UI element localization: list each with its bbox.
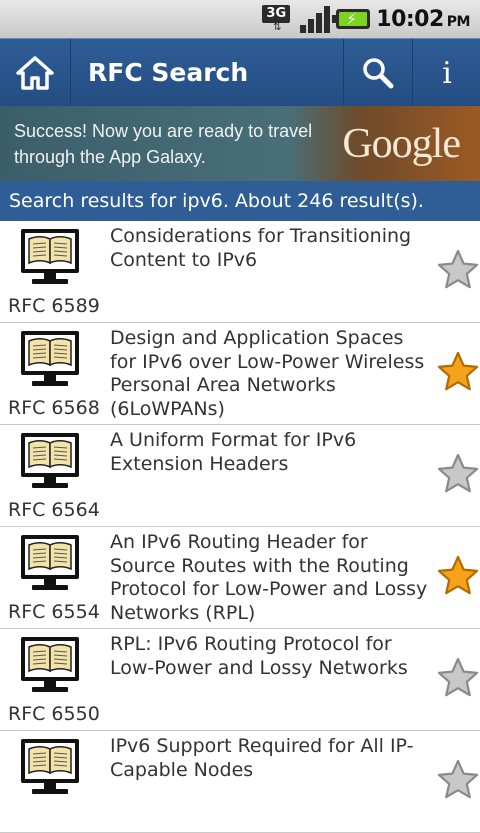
charging-bolt-icon: ⚡	[346, 10, 357, 28]
home-button[interactable]	[0, 39, 71, 107]
clock: 10:02 PM	[376, 7, 470, 32]
results-list[interactable]: RFC 6589 Considerations for Transitionin…	[0, 221, 480, 833]
ad-text: Success! Now you are ready to travel thr…	[14, 121, 313, 167]
rfc-title: RPL: IPv6 Routing Protocol for Low-Power…	[110, 633, 408, 679]
home-icon	[16, 56, 54, 90]
status-icons: 3G ⇅ ⚡ 10:02 PM	[260, 3, 471, 35]
search-button[interactable]	[343, 39, 412, 107]
rfc-number: RFC 6554	[8, 601, 100, 623]
rfc-title: An IPv6 Routing Header for Source Routes…	[110, 531, 428, 624]
info-icon: i	[442, 55, 452, 91]
result-row[interactable]: RFC 6550 RPL: IPv6 Routing Protocol for …	[0, 629, 480, 731]
result-row[interactable]: RFC 6568 Design and Application Spaces f…	[0, 323, 480, 425]
app-bar: RFC Search i	[0, 38, 480, 107]
star-empty-icon[interactable]	[436, 656, 480, 700]
status-bar: 3G ⇅ ⚡ 10:02 PM	[0, 0, 480, 38]
rfc-number: RFC 6589	[8, 295, 100, 317]
rfc-title: Considerations for Transitioning Content…	[110, 225, 412, 271]
result-row[interactable]: IPv6 Support Required for All IP-Capable…	[0, 731, 480, 833]
results-summary: Search results for ipv6. About 246 resul…	[0, 181, 480, 221]
star-filled-icon[interactable]	[436, 350, 480, 394]
signal-strength-icon	[300, 5, 331, 33]
star-empty-icon[interactable]	[436, 248, 480, 292]
ad-banner[interactable]: Success! Now you are ready to travel thr…	[0, 106, 480, 181]
book-monitor-icon	[18, 737, 82, 797]
clock-ampm: PM	[446, 13, 471, 30]
rfc-number: RFC 6568	[8, 397, 100, 419]
data-activity-icon: ⇅	[273, 22, 282, 33]
network-3g-icon: 3G ⇅	[260, 4, 294, 34]
app-title: RFC Search	[88, 58, 249, 87]
star-empty-icon[interactable]	[436, 758, 480, 802]
search-icon	[363, 58, 394, 89]
book-monitor-icon	[18, 533, 82, 593]
battery-charging-icon: ⚡	[332, 9, 371, 29]
book-monitor-icon	[18, 329, 82, 389]
rfc-title: A Uniform Format for IPv6 Extension Head…	[110, 429, 357, 475]
info-button[interactable]: i	[412, 39, 480, 107]
star-empty-icon[interactable]	[436, 452, 480, 496]
rfc-number: RFC 6564	[8, 499, 100, 521]
result-row[interactable]: RFC 6589 Considerations for Transitionin…	[0, 221, 480, 323]
rfc-title: Design and Application Spaces for IPv6 o…	[110, 327, 425, 420]
rfc-title: IPv6 Support Required for All IP-Capable…	[110, 735, 414, 781]
book-monitor-icon	[18, 431, 82, 491]
network-type-label: 3G	[262, 5, 291, 23]
rfc-number: RFC 6550	[8, 703, 100, 725]
book-monitor-icon	[18, 227, 82, 287]
result-row[interactable]: RFC 6564 A Uniform Format for IPv6 Exten…	[0, 425, 480, 527]
book-monitor-icon	[18, 635, 82, 695]
ad-logo: Google	[342, 121, 461, 167]
star-filled-icon[interactable]	[436, 554, 480, 598]
clock-time: 10:02	[376, 6, 444, 32]
result-row[interactable]: RFC 6554 An IPv6 Routing Header for Sour…	[0, 527, 480, 629]
